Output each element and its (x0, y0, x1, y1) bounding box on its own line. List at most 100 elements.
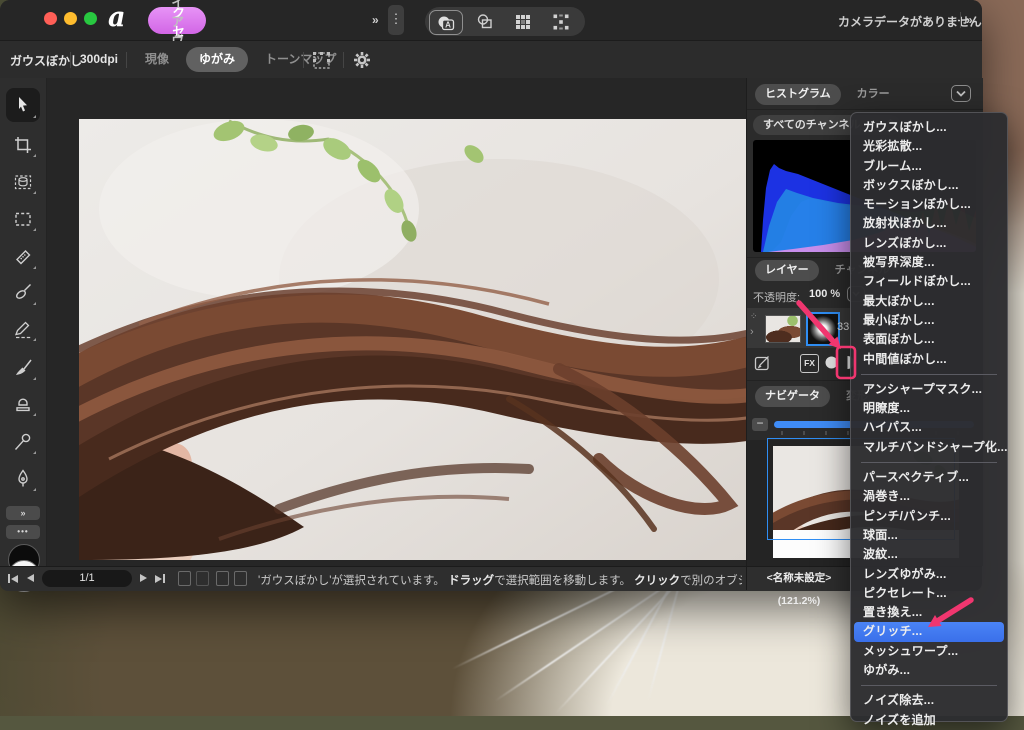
pencil-tool[interactable] (6, 313, 40, 345)
edit-layer-button[interactable] (754, 354, 771, 376)
histogram-tabs: ヒストグラムカラー (755, 84, 906, 105)
first-page-button[interactable] (8, 574, 18, 583)
layer-fx-button[interactable]: FX (800, 354, 819, 373)
menu-item[interactable] (861, 685, 997, 686)
pen-tool[interactable] (6, 463, 40, 495)
document-canvas[interactable] (47, 78, 746, 566)
menu-item[interactable]: ノイズ除去... (851, 691, 1007, 710)
pixel-grid-button[interactable] (312, 51, 331, 75)
svg-text:A: A (445, 20, 451, 29)
auto-select-button[interactable]: A (429, 10, 463, 35)
menu-item[interactable]: 最大ぼかし... (851, 292, 1007, 311)
add-page-button[interactable] (178, 571, 191, 586)
blend-options-icon[interactable]: ⁘ (750, 311, 758, 322)
menu-item[interactable]: レンズゆがみ... (851, 565, 1007, 584)
menu-item[interactable]: ハイパス... (851, 418, 1007, 437)
panel-tab[interactable]: カラー (847, 84, 900, 105)
mask-circle-icon (823, 354, 840, 371)
menu-item[interactable]: 被写界深度... (851, 253, 1007, 272)
grid-icon (514, 13, 532, 31)
menu-item[interactable]: 表面ぼかし... (851, 330, 1007, 349)
move-tool[interactable] (6, 88, 40, 122)
menu-item[interactable]: 放射状ぼかし... (851, 214, 1007, 233)
menu-item[interactable]: ピクセレート... (851, 584, 1007, 603)
mode-button[interactable]: ゆがみ (186, 47, 248, 72)
page-indicator[interactable]: 1/1 (42, 570, 132, 587)
menu-item[interactable]: 波紋... (851, 545, 1007, 564)
duplicate-page-button[interactable] (216, 571, 229, 586)
canvas-grid-icon (312, 51, 331, 70)
menu-item[interactable]: マルチバンドシャープ化... (851, 438, 1007, 457)
menu-item[interactable]: 明瞭度... (851, 399, 1007, 418)
zoom-window-button[interactable] (84, 12, 97, 25)
more-tools-button[interactable]: ••• (6, 525, 40, 539)
opacity-value[interactable]: 100 % (809, 288, 840, 300)
menu-item[interactable]: フィールドぼかし... (851, 272, 1007, 291)
expand-layer-chevron[interactable]: › (750, 326, 754, 338)
healing-brush-tool[interactable] (6, 241, 40, 273)
titlebar-overflow-chevron[interactable]: » (966, 13, 973, 27)
grid-button[interactable] (507, 10, 539, 33)
status-hint: 'ガウスぼかし'が選択されています。 ドラッグで選択範囲を移動します。 クリック… (258, 572, 742, 588)
transform-handles-button[interactable] (545, 10, 577, 33)
layer-thumbnail[interactable] (765, 315, 801, 343)
menu-item[interactable]: ガウスぼかし... (851, 118, 1007, 137)
menu-item[interactable]: レンズぼかし... (851, 234, 1007, 253)
document-zoom-status[interactable]: <名称未設定> (121.2%) (746, 567, 851, 590)
menu-item[interactable] (861, 374, 997, 375)
panel-tab[interactable]: レイヤー (755, 260, 819, 281)
menu-item[interactable]: 中間値ぼかし... (851, 350, 1007, 369)
marquee-tool[interactable] (6, 203, 40, 235)
layer-badge: 33 (837, 321, 849, 333)
menu-item[interactable]: パースペクティブ... (851, 468, 1007, 487)
next-page-button[interactable] (140, 574, 147, 582)
selection-brush-tool[interactable] (6, 166, 40, 198)
crop-tool[interactable] (6, 129, 40, 161)
inpainting-tool[interactable] (6, 277, 40, 309)
menu-item[interactable]: 渦巻き... (851, 487, 1007, 506)
settings-button[interactable] (352, 50, 372, 75)
tools-panel: » ••• (0, 78, 47, 566)
menu-item[interactable]: モーションぼかし... (851, 195, 1007, 214)
panel-tab[interactable]: ヒストグラム (755, 84, 841, 105)
assistant-button-group: A (425, 7, 585, 36)
titlebar: a ベクター ピクセル レイアウト » ⋮ (0, 0, 982, 41)
last-page-button[interactable] (155, 574, 165, 583)
titlebar-menu-dots[interactable]: ⋮ (388, 5, 404, 35)
panel-collapse-button[interactable] (951, 85, 971, 102)
menu-item[interactable] (861, 462, 997, 463)
panel-tab[interactable]: ナビゲータ (755, 386, 830, 407)
menu-item[interactable]: ブルーム... (851, 157, 1007, 176)
close-window-button[interactable] (44, 12, 57, 25)
menu-item[interactable]: 光彩拡散... (851, 137, 1007, 156)
delete-page-button[interactable] (196, 571, 209, 586)
chevron-down-icon (952, 86, 970, 101)
clone-stamp-tool[interactable] (6, 388, 40, 420)
menu-item[interactable]: 置き換え... (851, 603, 1007, 622)
expand-tools-button[interactable]: » (6, 506, 40, 520)
menu-item[interactable]: 最小ぼかし... (851, 311, 1007, 330)
smudge-tool[interactable] (6, 426, 40, 458)
circle-a-icon: A (436, 14, 456, 32)
minimize-window-button[interactable] (64, 12, 77, 25)
menu-item[interactable]: メッシュワープ... (851, 642, 1007, 661)
menu-item[interactable]: ゆがみ... (851, 661, 1007, 680)
mode-button[interactable]: トーンマップ (252, 47, 349, 72)
menu-item[interactable]: ノイズを追加 (851, 711, 1007, 730)
live-filter-mask-thumbnail[interactable] (806, 312, 840, 346)
shapes-button[interactable] (469, 10, 501, 33)
previous-page-button[interactable] (27, 574, 34, 582)
zoom-out-button[interactable]: − (752, 418, 768, 431)
page-list-button[interactable] (234, 571, 247, 586)
paint-brush-tool[interactable] (6, 352, 40, 384)
mask-layer-button[interactable] (823, 354, 840, 376)
menu-item[interactable]: ピンチ/パンチ... (851, 507, 1007, 526)
persona-tab[interactable]: レイアウト (148, 7, 206, 34)
menu-item[interactable]: アンシャープマスク... (851, 380, 1007, 399)
menu-item[interactable]: ボックスぼかし... (851, 176, 1007, 195)
persona-overflow-chevron[interactable]: » (372, 13, 379, 27)
menu-item[interactable]: 球面... (851, 526, 1007, 545)
mode-button[interactable]: 現像 (132, 47, 182, 72)
menu-item[interactable]: グリッチ... (854, 622, 1004, 641)
active-filter-label: ガウスぼかし (10, 52, 82, 69)
